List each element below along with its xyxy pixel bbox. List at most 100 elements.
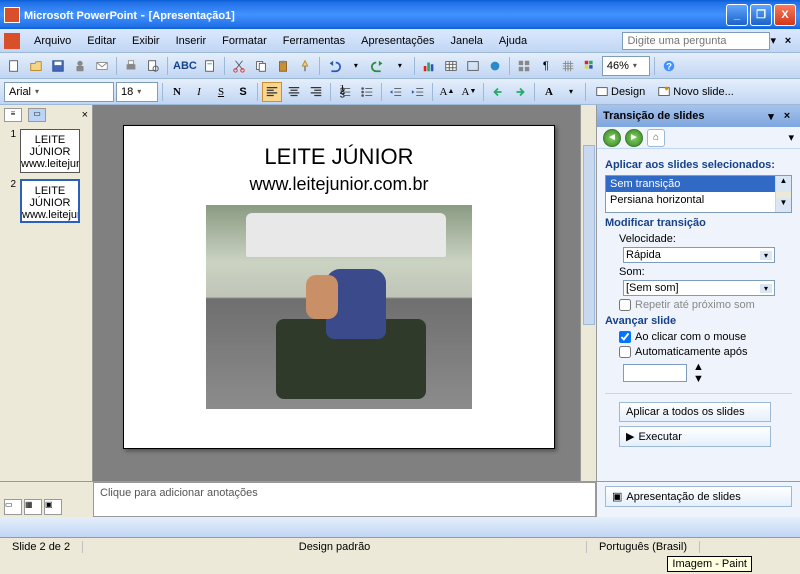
new-slide-button[interactable]: Novo slide... bbox=[652, 82, 739, 102]
undo-dropdown[interactable]: ▾ bbox=[346, 56, 366, 76]
paste-button[interactable] bbox=[273, 56, 293, 76]
save-button[interactable] bbox=[48, 56, 68, 76]
advance-click-checkbox[interactable] bbox=[619, 331, 631, 343]
bullets-button[interactable] bbox=[357, 82, 377, 102]
chart-button[interactable] bbox=[419, 56, 439, 76]
slide-area[interactable]: LEITE JÚNIOR www.leitejunior.com.br bbox=[93, 105, 596, 481]
open-button[interactable] bbox=[26, 56, 46, 76]
normal-view-button[interactable]: ▭ bbox=[4, 499, 22, 515]
numbering-button[interactable]: 123 bbox=[335, 82, 355, 102]
apply-all-button[interactable]: Aplicar a todos os slides bbox=[619, 402, 771, 422]
print-button[interactable] bbox=[121, 56, 141, 76]
design-button[interactable]: Design bbox=[590, 82, 650, 102]
thumb-slide[interactable]: LEITE JÚNIOR www.leitejunior.com.br bbox=[20, 129, 80, 173]
increase-indent-button[interactable] bbox=[408, 82, 428, 102]
listbox-scrollbar[interactable]: ▲ ▼ bbox=[775, 176, 791, 212]
nav-back-button[interactable]: ◄ bbox=[603, 129, 621, 147]
thumb-slide-selected[interactable]: LEITE JÚNIOR www.leitejunior.com.br bbox=[20, 179, 80, 223]
scroll-down-button[interactable]: ▼ bbox=[776, 198, 791, 213]
close-panel-button[interactable]: × bbox=[82, 109, 88, 121]
slideshow-button[interactable]: ▣Apresentação de slides bbox=[605, 486, 792, 507]
menu-arquivo[interactable]: Arquivo bbox=[26, 33, 79, 49]
font-color-button[interactable]: A bbox=[539, 82, 559, 102]
nav-menu-dropdown[interactable]: ▾ bbox=[788, 131, 794, 144]
scroll-up-button[interactable]: ▲ bbox=[776, 176, 791, 192]
color-button[interactable] bbox=[580, 56, 600, 76]
advance-time-input[interactable] bbox=[623, 364, 687, 382]
demote-button[interactable] bbox=[510, 82, 530, 102]
table-button[interactable] bbox=[441, 56, 461, 76]
sorter-view-button[interactable]: ▦ bbox=[24, 499, 42, 515]
slide-subtitle[interactable]: www.leitejunior.com.br bbox=[124, 174, 554, 195]
help-button[interactable]: ? bbox=[659, 56, 679, 76]
transition-item[interactable]: Persiana horizontal bbox=[606, 192, 791, 208]
font-size-combo[interactable]: 18▾ bbox=[116, 82, 158, 102]
font-color-dropdown[interactable]: ▾ bbox=[561, 82, 581, 102]
transitions-listbox[interactable]: Sem transição Persiana horizontal ▲ ▼ bbox=[605, 175, 792, 213]
menu-apresentacoes[interactable]: Apresentações bbox=[353, 33, 442, 49]
menu-exibir[interactable]: Exibir bbox=[124, 33, 168, 49]
email-button[interactable] bbox=[92, 56, 112, 76]
bold-button[interactable]: N bbox=[167, 82, 187, 102]
align-center-button[interactable] bbox=[284, 82, 304, 102]
expand-all-button[interactable] bbox=[514, 56, 534, 76]
permission-button[interactable] bbox=[70, 56, 90, 76]
maximize-button[interactable]: ❐ bbox=[750, 4, 772, 26]
close-document-button[interactable]: × bbox=[780, 33, 796, 49]
menu-editar[interactable]: Editar bbox=[79, 33, 124, 49]
task-pane-dropdown[interactable]: ▾ bbox=[764, 109, 778, 123]
underline-button[interactable]: S bbox=[211, 82, 231, 102]
minimize-button[interactable]: _ bbox=[726, 4, 748, 26]
tables-borders-button[interactable] bbox=[463, 56, 483, 76]
help-question-input[interactable] bbox=[622, 32, 770, 50]
shadow-button[interactable]: S bbox=[233, 82, 253, 102]
scrollbar-thumb[interactable] bbox=[583, 145, 595, 325]
menu-ferramentas[interactable]: Ferramentas bbox=[275, 33, 353, 49]
spin-buttons[interactable]: ▲▼ bbox=[693, 361, 704, 385]
advance-auto-checkbox[interactable] bbox=[619, 346, 631, 358]
menu-ajuda[interactable]: Ajuda bbox=[491, 33, 535, 49]
decrease-font-button[interactable]: A▼ bbox=[459, 82, 479, 102]
sound-combo[interactable]: [Sem som]▾ bbox=[623, 280, 775, 296]
repeat-checkbox[interactable] bbox=[619, 299, 631, 311]
menu-formatar[interactable]: Formatar bbox=[214, 33, 275, 49]
align-left-button[interactable] bbox=[262, 82, 282, 102]
format-painter-button[interactable] bbox=[295, 56, 315, 76]
redo-dropdown[interactable]: ▾ bbox=[390, 56, 410, 76]
notes-input[interactable]: Clique para adicionar anotações bbox=[93, 482, 596, 517]
execute-button[interactable]: ▶Executar bbox=[619, 426, 771, 447]
thumbnail-2[interactable]: 2 LEITE JÚNIOR www.leitejunior.com.br bbox=[4, 179, 88, 223]
grid-button[interactable] bbox=[558, 56, 578, 76]
menu-inserir[interactable]: Inserir bbox=[168, 33, 215, 49]
thumbnail-1[interactable]: 1 LEITE JÚNIOR www.leitejunior.com.br bbox=[4, 129, 88, 173]
speed-combo[interactable]: Rápida▾ bbox=[623, 247, 775, 263]
new-button[interactable] bbox=[4, 56, 24, 76]
promote-button[interactable] bbox=[488, 82, 508, 102]
nav-home-button[interactable]: ⌂ bbox=[647, 129, 665, 147]
align-right-button[interactable] bbox=[306, 82, 326, 102]
slides-tab[interactable]: ▭ bbox=[28, 108, 46, 122]
close-button[interactable]: X bbox=[774, 4, 796, 26]
hyperlink-button[interactable] bbox=[485, 56, 505, 76]
font-combo[interactable]: Arial▾ bbox=[4, 82, 114, 102]
italic-button[interactable]: I bbox=[189, 82, 209, 102]
outline-tab[interactable]: ≡ bbox=[4, 108, 22, 122]
show-formatting-button[interactable]: ¶ bbox=[536, 56, 556, 76]
slide-canvas[interactable]: LEITE JÚNIOR www.leitejunior.com.br bbox=[123, 125, 555, 449]
slide-image[interactable] bbox=[206, 205, 472, 409]
undo-button[interactable] bbox=[324, 56, 344, 76]
nav-forward-button[interactable]: ► bbox=[625, 129, 643, 147]
slide-title[interactable]: LEITE JÚNIOR bbox=[124, 144, 554, 170]
transition-item-selected[interactable]: Sem transição bbox=[606, 176, 791, 192]
app-menu-icon[interactable] bbox=[4, 33, 20, 49]
spelling-button[interactable]: ABC bbox=[172, 56, 198, 76]
zoom-combo[interactable]: 46%▾ bbox=[602, 56, 650, 76]
increase-font-button[interactable]: A▲ bbox=[437, 82, 457, 102]
decrease-indent-button[interactable] bbox=[386, 82, 406, 102]
research-button[interactable] bbox=[200, 56, 220, 76]
question-dropdown[interactable]: ▾ bbox=[770, 34, 776, 47]
redo-button[interactable] bbox=[368, 56, 388, 76]
cut-button[interactable] bbox=[229, 56, 249, 76]
slideshow-view-button[interactable]: ▣ bbox=[44, 499, 62, 515]
copy-button[interactable] bbox=[251, 56, 271, 76]
